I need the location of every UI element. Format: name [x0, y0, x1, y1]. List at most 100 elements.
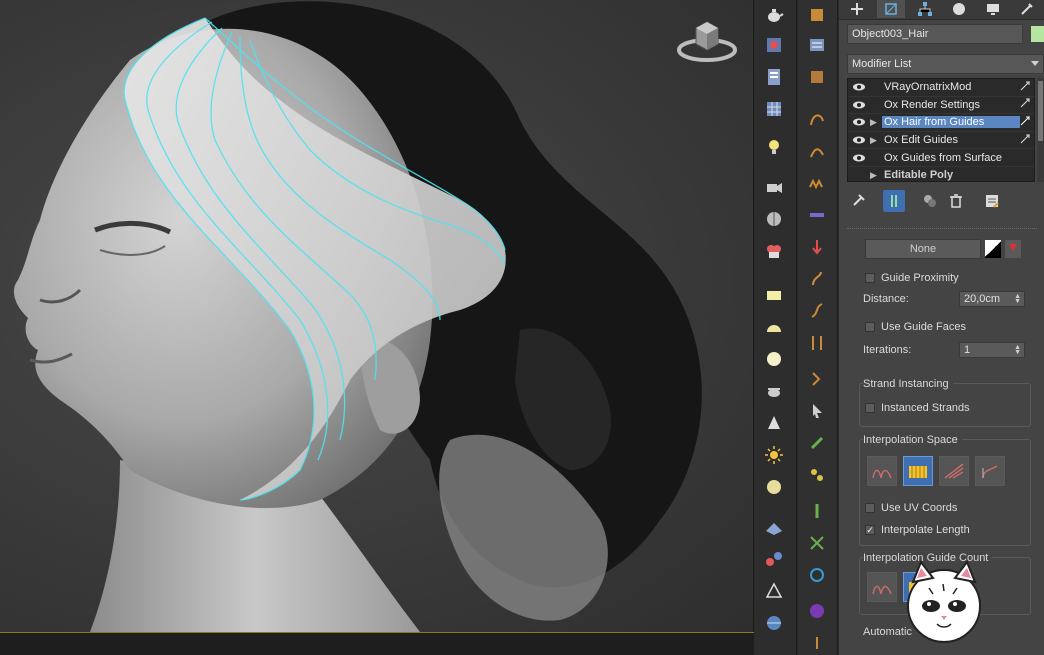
cone-icon[interactable] — [763, 412, 785, 434]
object-color-swatch[interactable] — [1031, 26, 1044, 42]
guide-none-button[interactable]: None — [865, 239, 981, 259]
modify-icon[interactable] — [877, 0, 905, 18]
stack-item-label: Ox Guides from Surface — [884, 151, 1002, 164]
use-guide-faces-checkbox[interactable]: Use Guide Faces — [865, 321, 966, 333]
eye-icon[interactable] — [848, 117, 870, 127]
object-name-field[interactable]: Object003_Hair — [847, 24, 1023, 44]
stack-scrollbar[interactable] — [1037, 78, 1044, 182]
paint-pointer-icon[interactable] — [1005, 240, 1021, 258]
ox-select-icon[interactable] — [806, 400, 828, 422]
ox-scatter-icon[interactable] — [806, 464, 828, 486]
utilities-icon[interactable] — [1013, 0, 1041, 18]
stack-item-label: Ox Edit Guides — [884, 134, 958, 147]
pin-stack-icon[interactable] — [847, 190, 869, 212]
camera-icon[interactable] — [763, 176, 785, 198]
guide-count-mode-icon[interactable] — [867, 572, 897, 602]
configure-modifier-sets-icon[interactable] — [981, 190, 1003, 212]
ox-clump-icon[interactable] — [806, 140, 828, 162]
stack-item-editable-poly[interactable]: ▶ Editable Poly — [848, 167, 1034, 181]
use-guide-faces-label: Use Guide Faces — [881, 321, 966, 333]
ox-cache-icon[interactable] — [806, 564, 828, 586]
ornatrix-toolbar — [798, 0, 838, 655]
create-icon[interactable] — [843, 0, 871, 18]
ox-gravity-icon[interactable] — [806, 236, 828, 258]
ox-curl-icon[interactable] — [806, 108, 828, 130]
render-frame-icon[interactable] — [763, 34, 785, 56]
teapot-light-icon[interactable] — [763, 380, 785, 402]
pyramid-icon[interactable] — [763, 580, 785, 602]
stack-item-label: Ox Render Settings — [884, 98, 980, 111]
chevron-down-icon — [1031, 61, 1039, 66]
globe-icon[interactable] — [763, 612, 785, 634]
panel-icon[interactable] — [763, 66, 785, 88]
stack-item-ox-edit-guides[interactable]: ▶ Ox Edit Guides — [848, 132, 1034, 150]
stack-item-ox-guides-from-surface[interactable]: Ox Guides from Surface — [848, 149, 1034, 167]
modifier-stack: VRayOrnatrixMod Ox Render Settings ▶ Ox … — [847, 78, 1035, 182]
pin-icon — [1020, 81, 1034, 94]
sphere-icon[interactable] — [763, 208, 785, 230]
ox-multiplier-icon[interactable] — [806, 332, 828, 354]
ox-list-icon[interactable] — [806, 34, 828, 56]
instanced-strands-checkbox[interactable]: Instanced Strands — [865, 402, 970, 414]
ox-strand-icon[interactable] — [806, 204, 828, 226]
command-panel-tabs — [839, 0, 1044, 20]
hair-from-guides-rollout: None Guide Proximity Distance: 20,0cm ▲ ▼ … — [855, 236, 1035, 655]
eye-icon[interactable] — [848, 135, 870, 145]
ox-bend-icon[interactable] — [806, 300, 828, 322]
disc-icon[interactable] — [763, 348, 785, 370]
interp-mode-strand-icon[interactable] — [903, 456, 933, 486]
ox-edit-icon[interactable] — [806, 432, 828, 454]
grid-table-icon[interactable] — [763, 98, 785, 120]
iterations-label: Iterations: — [863, 344, 912, 356]
stack-item-ox-render-settings[interactable]: Ox Render Settings — [848, 97, 1034, 115]
ox-frizz-icon[interactable] — [806, 172, 828, 194]
ox-mesh-icon[interactable] — [806, 532, 828, 554]
show-end-result-icon[interactable] — [883, 190, 905, 212]
guide-proximity-checkbox[interactable]: Guide Proximity — [865, 272, 959, 284]
expand-arrow-icon[interactable]: ▶ — [870, 135, 882, 146]
use-uv-coords-checkbox[interactable]: Use UV Coords — [865, 502, 957, 514]
display-icon[interactable] — [979, 0, 1007, 18]
ox-hair-icon[interactable] — [806, 4, 828, 26]
sun-icon[interactable] — [763, 444, 785, 466]
ox-rotate-icon[interactable] — [806, 368, 828, 390]
eye-icon[interactable] — [848, 153, 870, 163]
pin-icon — [1020, 134, 1034, 147]
make-unique-icon[interactable] — [919, 190, 941, 212]
ox-extra-icon[interactable] — [806, 632, 828, 654]
light-bulb-icon[interactable] — [763, 136, 785, 158]
remove-modifier-icon[interactable] — [945, 190, 967, 212]
interpolate-length-label: Interpolate Length — [881, 524, 970, 536]
ox-length-icon[interactable] — [806, 268, 828, 290]
expand-arrow-icon[interactable]: ▶ — [870, 117, 882, 128]
ox-weave-icon[interactable] — [806, 500, 828, 522]
plane-icon[interactable] — [763, 284, 785, 306]
hierarchy-icon[interactable] — [911, 0, 939, 18]
sphere-light-icon[interactable] — [763, 476, 785, 498]
teapot-icon[interactable] — [763, 4, 785, 26]
toolbar-column-left — [755, 0, 797, 655]
dome-icon[interactable] — [763, 316, 785, 338]
stack-item-vrayornatrixmod[interactable]: VRayOrnatrixMod — [848, 79, 1034, 97]
interpolation-space-title: Interpolation Space — [863, 434, 962, 446]
grid-plane-icon[interactable] — [763, 516, 785, 538]
expand-arrow-icon[interactable]: ▶ — [870, 170, 882, 181]
modifier-list-dropdown[interactable]: Modifier List — [847, 54, 1044, 74]
viewcube-icon[interactable] — [676, 16, 738, 64]
interp-mode-segment-icon[interactable] — [939, 456, 969, 486]
distance-spinner[interactable]: 20,0cm ▲ ▼ — [959, 291, 1025, 307]
stack-item-ox-hair-from-guides[interactable]: ▶ Ox Hair from Guides — [848, 114, 1034, 132]
motion-icon[interactable] — [945, 0, 973, 18]
ox-brush-icon[interactable] — [806, 66, 828, 88]
interpolate-length-checkbox[interactable]: ✓ Interpolate Length — [865, 524, 970, 536]
render-setup-icon[interactable] — [763, 240, 785, 262]
iterations-spinner[interactable]: 1 ▲ ▼ — [959, 342, 1025, 358]
eye-icon[interactable] — [848, 82, 870, 92]
capsule-icon[interactable] — [763, 548, 785, 570]
ox-sphere-icon[interactable] — [806, 600, 828, 622]
eye-icon[interactable] — [848, 100, 870, 110]
interp-mode-surface-icon[interactable] — [867, 456, 897, 486]
interp-mode-bend-icon[interactable] — [975, 456, 1005, 486]
black-white-map-icon[interactable] — [985, 240, 1001, 258]
viewport-3d[interactable] — [0, 0, 754, 632]
